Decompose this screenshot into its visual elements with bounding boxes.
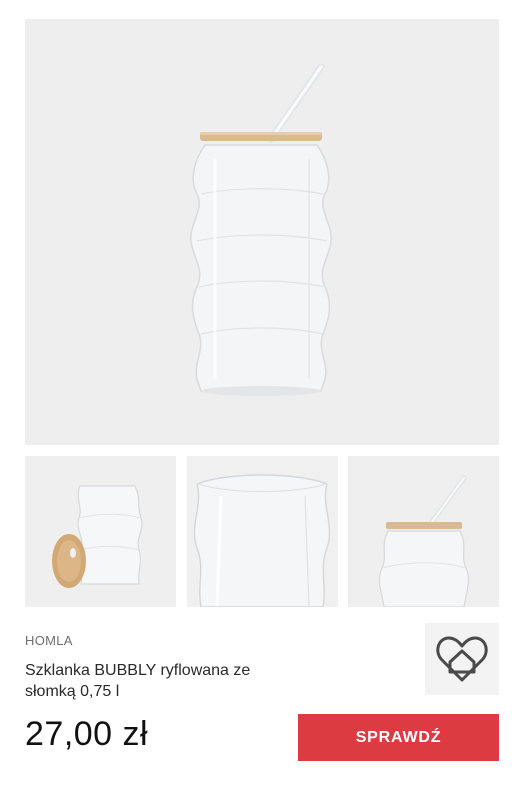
- main-product-image[interactable]: [25, 19, 499, 445]
- store-logo[interactable]: [425, 623, 499, 695]
- glass-jar-closeup-image: [187, 456, 338, 607]
- thumbnail-1[interactable]: [25, 456, 176, 607]
- thumbnail-3[interactable]: [348, 456, 499, 607]
- glass-jar-image: [25, 19, 499, 445]
- glass-jar-thumbnail-image: [25, 456, 176, 607]
- glass-jar-lid-image: [348, 456, 499, 607]
- product-title[interactable]: Szklanka BUBBLY ryflowana ze słomką 0,75…: [25, 660, 285, 702]
- brand-name: HOMLA: [25, 633, 73, 648]
- check-offer-button[interactable]: SPRAWDŹ: [298, 714, 499, 761]
- product-price: 27,00 zł: [25, 715, 149, 753]
- heart-house-logo-icon: [436, 636, 488, 682]
- thumbnail-2[interactable]: [187, 456, 338, 607]
